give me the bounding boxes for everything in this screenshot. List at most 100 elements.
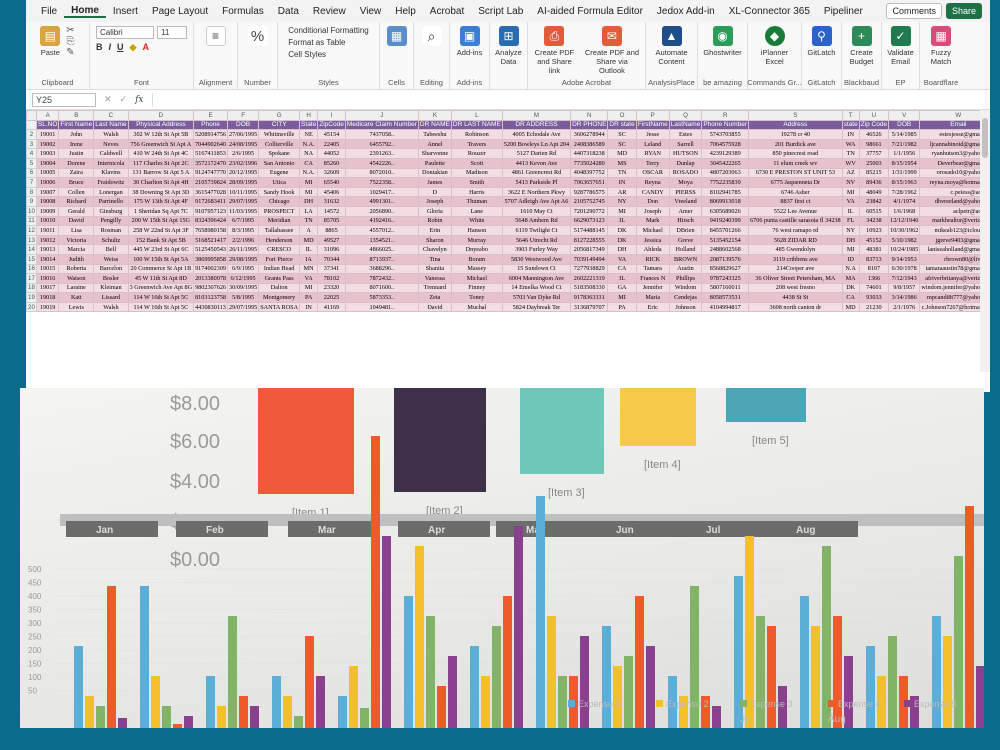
table-cell[interactable]: Watson — [58, 273, 95, 284]
table-cell[interactable]: Frances N — [635, 273, 670, 284]
table-cell[interactable]: 30 Charlton St Apt 4H — [127, 177, 195, 188]
table-cell[interactable]: 2105739824 — [193, 177, 228, 188]
table-cell[interactable]: 19006 — [35, 177, 60, 188]
header-cell[interactable]: Address — [748, 119, 843, 131]
column-header[interactable]: T — [841, 110, 860, 121]
row-number[interactable]: 11 — [26, 215, 37, 227]
header-cell[interactable]: ZipCode — [317, 119, 346, 131]
table-cell[interactable]: 2/1/1976 — [888, 301, 921, 313]
table-cell[interactable]: DK — [607, 234, 637, 246]
table-cell[interactable]: 6119 Twilight Ct — [501, 225, 572, 236]
table-cell[interactable]: RICK — [635, 253, 670, 265]
column-header[interactable]: M — [501, 110, 572, 121]
comments-button[interactable]: Comments — [886, 3, 942, 19]
format-as-table-button[interactable]: Format as Table — [288, 38, 345, 47]
column-header[interactable]: K — [417, 110, 452, 121]
table-cell[interactable]: IL — [607, 215, 637, 227]
table-cell[interactable]: 5183508330 — [570, 282, 609, 294]
table-cell[interactable]: 4/1/1974 — [888, 196, 921, 207]
table-cell[interactable]: 21230 — [858, 301, 890, 313]
column-header[interactable]: H — [299, 110, 319, 121]
table-cell[interactable]: 1 Sheridan Sq Apt 7C — [127, 205, 195, 217]
table-cell[interactable]: 20/12/1995 — [226, 167, 260, 179]
column-header[interactable]: G — [258, 110, 301, 121]
table-cell[interactable]: 10/11/1995 — [226, 186, 260, 198]
table-cell[interactable]: Harris — [450, 186, 503, 198]
table-cell[interactable]: SANTA ROSA — [258, 301, 301, 313]
table-cell[interactable]: Schultz — [93, 234, 129, 246]
table-cell[interactable]: 4991301.. — [344, 196, 419, 207]
table-cell[interactable]: 9124747770 — [193, 167, 228, 179]
table-cell[interactable]: SC — [607, 138, 637, 150]
table-cell[interactable]: BROWN — [668, 253, 703, 265]
table-cell[interactable]: Bruce — [58, 177, 95, 188]
table-cell[interactable]: Murray — [450, 234, 503, 246]
table-cell[interactable]: 8107 — [858, 263, 890, 275]
table-cell[interactable]: 6/12/1995 — [226, 273, 260, 284]
table-cell[interactable]: Vanessa — [417, 273, 452, 284]
table-cell[interactable]: 19014 — [35, 253, 60, 265]
table-cell[interactable]: MI — [841, 244, 860, 255]
table-cell[interactable]: 8/15/1954 — [888, 157, 921, 169]
table-cell[interactable]: Leland — [635, 138, 670, 150]
table-cell[interactable]: NE — [299, 129, 319, 140]
table-cell[interactable]: 8102941785 — [701, 186, 750, 198]
table-cell[interactable]: 4407318238 — [570, 148, 609, 159]
header-cell[interactable]: CITY — [258, 119, 301, 131]
table-cell[interactable]: 485 Gwendolyn — [748, 244, 843, 255]
table-cell[interactable]: Windom — [668, 282, 703, 294]
menu-tab-home[interactable]: Home — [64, 5, 106, 18]
table-cell[interactable]: 12/12/1946 — [888, 215, 921, 227]
table-cell[interactable]: 8/15/1963 — [888, 177, 921, 188]
row-number[interactable]: 3 — [26, 138, 37, 150]
table-cell[interactable]: Dontakian — [417, 167, 452, 179]
table-cell[interactable]: 1/1/1956 — [888, 148, 921, 159]
table-cell[interactable]: Ginsburg — [93, 205, 129, 217]
table-cell[interactable]: Dnyeabo — [450, 244, 503, 255]
row-number[interactable]: 1 — [26, 119, 37, 131]
table-cell[interactable]: John — [58, 129, 95, 140]
table-cell[interactable]: MI — [299, 282, 319, 294]
table-cell[interactable]: 23/02/1996 — [226, 157, 260, 169]
table-cell[interactable]: Rouzer — [450, 148, 503, 159]
table-cell[interactable]: 5628 ZIDAR RD — [748, 234, 843, 246]
table-cell[interactable]: 19012 — [35, 234, 60, 246]
table-cell[interactable]: 14572 — [317, 205, 346, 217]
column-header[interactable]: R — [701, 110, 750, 121]
table-cell[interactable]: VA — [841, 196, 860, 207]
search-icon[interactable]: ⌕ — [421, 26, 442, 46]
row-number[interactable]: 9 — [26, 196, 37, 207]
table-cell[interactable]: 5/10/1982 — [888, 234, 921, 246]
table-cell[interactable]: 9172683411 — [193, 196, 228, 207]
table-cell[interactable]: Spokane — [258, 148, 301, 159]
table-cell[interactable]: Fort Pierce — [258, 253, 301, 265]
table-cell[interactable]: FL — [841, 215, 860, 227]
select-all-corner[interactable] — [26, 110, 37, 121]
table-cell[interactable]: 8069913018 — [701, 196, 750, 207]
table-cell[interactable]: TN — [299, 215, 319, 227]
table-cell[interactable]: Phillips — [668, 273, 703, 284]
table-cell[interactable]: Victoria — [58, 234, 95, 246]
table-cell[interactable]: Amer — [668, 205, 703, 217]
table-cell[interactable]: Indian Head — [258, 263, 301, 275]
table-cell[interactable]: Lisa — [58, 225, 95, 236]
table-cell[interactable]: 8072010.. — [344, 167, 419, 179]
table-cell[interactable]: Richard — [58, 196, 95, 207]
table-cell[interactable]: 19016 — [35, 273, 60, 284]
menu-tab-jedox-add-in[interactable]: Jedox Add-in — [650, 6, 722, 17]
row-number[interactable]: 2 — [26, 129, 37, 140]
table-cell[interactable]: Zeta — [417, 292, 452, 303]
table-cell[interactable]: 200 W 15th St Apt 15G — [127, 215, 195, 227]
table-cell[interactable]: Chavelyn — [417, 244, 452, 255]
table-cell[interactable]: Michael — [635, 225, 670, 236]
table-cell[interactable]: 19011 — [35, 225, 60, 236]
table-cell[interactable]: Utica — [258, 177, 301, 188]
row-number[interactable]: 14 — [26, 244, 37, 255]
table-cell[interactable]: 8127228555 — [570, 234, 609, 246]
table-cell[interactable]: 7064575928 — [701, 138, 750, 150]
menu-tab-xl-connector-365[interactable]: XL-Connector 365 — [722, 6, 817, 17]
table-cell[interactable]: 19005 — [35, 167, 60, 179]
table-cell[interactable]: 4413 Kevon Ave — [501, 157, 572, 169]
table-cell[interactable]: 7/21/1982 — [888, 138, 921, 150]
table-cell[interactable]: 4438 St St — [748, 292, 843, 303]
